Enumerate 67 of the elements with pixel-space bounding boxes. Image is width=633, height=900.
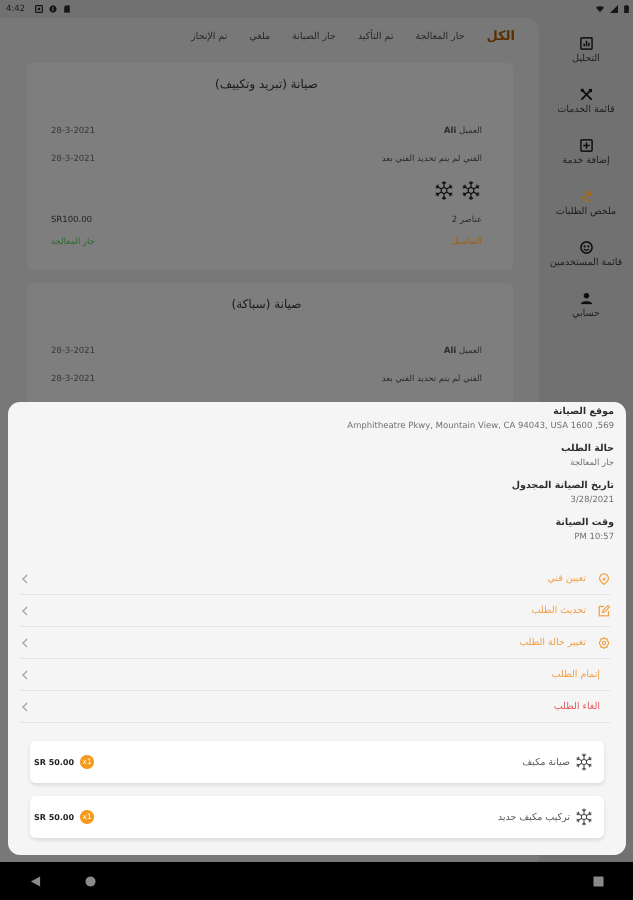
order-status: جار المعالجة <box>51 236 95 249</box>
signal-icon <box>610 5 618 13</box>
field-value: PM 10:57 <box>573 531 614 544</box>
field-label: وقت الصيانة <box>554 516 614 530</box>
order-date: 28-3-2021 <box>51 153 95 166</box>
sidebar-item[interactable]: حسابي <box>572 292 600 320</box>
order-price: SR100.00 <box>51 214 92 227</box>
filter-tab[interactable]: تم التأكيد <box>358 30 394 44</box>
chart-icon <box>580 37 592 50</box>
sd-card-icon <box>63 5 72 13</box>
sidebar-item[interactable]: قائمة الخدمات <box>557 88 615 116</box>
status-time: 4:42 <box>6 4 26 14</box>
snowflake-icon <box>433 178 455 203</box>
gear-icon <box>598 636 610 648</box>
technician-text: الفني لم يتم تحديد الفني بعد <box>382 373 482 386</box>
order-date: 28-3-2021 <box>51 373 95 386</box>
chevron-icon <box>22 574 28 584</box>
action-item[interactable]: الغاء الطلب <box>20 691 610 723</box>
field-label: تاريخ الصيانة المجدول <box>510 479 614 493</box>
tools-icon <box>580 88 593 101</box>
action-item[interactable]: تحديث الطلب <box>20 595 610 627</box>
field-value: جار المعالجة <box>569 457 614 470</box>
add-box-icon <box>580 139 593 152</box>
home-icon[interactable] <box>85 876 96 886</box>
recents-icon[interactable] <box>593 876 604 886</box>
chevron-icon <box>22 638 28 648</box>
face-icon <box>580 241 593 254</box>
action-item[interactable]: تغيير حالة الطلب <box>20 627 610 659</box>
chevron-icon <box>22 606 28 616</box>
sidebar-item[interactable]: إضافة خدمة <box>562 139 610 167</box>
back-icon[interactable] <box>30 876 41 886</box>
filter-tab[interactable]: جار الصيانة <box>292 30 336 44</box>
item-count: 2 عناصر <box>452 214 482 227</box>
chevron-icon <box>22 702 28 712</box>
service-price: SR 50.00 <box>34 758 74 766</box>
service-name: صيانة مكيف <box>522 756 570 768</box>
filter-tab[interactable]: الكل <box>486 30 515 44</box>
order-title: صيانة (سباكة) <box>230 296 302 313</box>
filter-tab[interactable]: تم الإنجاز <box>191 30 228 44</box>
snowflake-icon <box>574 751 594 773</box>
service-name: تركيب مكيف جديد <box>498 812 570 822</box>
sidebar-item[interactable]: ملخص الطلبات <box>556 190 616 218</box>
edit-icon <box>598 604 610 616</box>
filter-tab[interactable]: ملغي <box>249 30 270 44</box>
snowflake-icon <box>574 806 594 828</box>
chevron-icon <box>22 670 28 680</box>
filter-tab[interactable]: جار المعالجة <box>415 30 464 44</box>
service-price: SR 50.00 <box>34 812 74 822</box>
field-value: 3/28/2021 <box>569 494 614 507</box>
action-item[interactable]: إتمام الطلب <box>20 659 610 691</box>
sidebar-item[interactable]: قائمة المستخدمين <box>550 241 622 269</box>
dots-icon <box>580 190 593 203</box>
action-item[interactable]: تعيين فني <box>20 563 610 595</box>
pin-icon <box>598 572 610 584</box>
technician-text: الفني لم يتم تحديد الفني بعد <box>382 153 482 166</box>
wifi-icon <box>596 5 604 13</box>
sidebar-item[interactable]: التحليل <box>572 37 600 65</box>
battery-icon <box>624 5 629 13</box>
order-date: 28-3-2021 <box>51 125 95 138</box>
circle-icon <box>49 5 58 13</box>
notification-icon <box>35 5 44 13</box>
order-date: 28-3-2021 <box>51 345 95 358</box>
order-title: صيانة (تبريد وتكييف) <box>214 76 319 93</box>
person-icon <box>580 292 592 305</box>
field-label: موقع الصيانة <box>552 405 614 419</box>
field-label: حالة الطلب <box>560 442 614 456</box>
snowflake-icon <box>460 178 482 203</box>
